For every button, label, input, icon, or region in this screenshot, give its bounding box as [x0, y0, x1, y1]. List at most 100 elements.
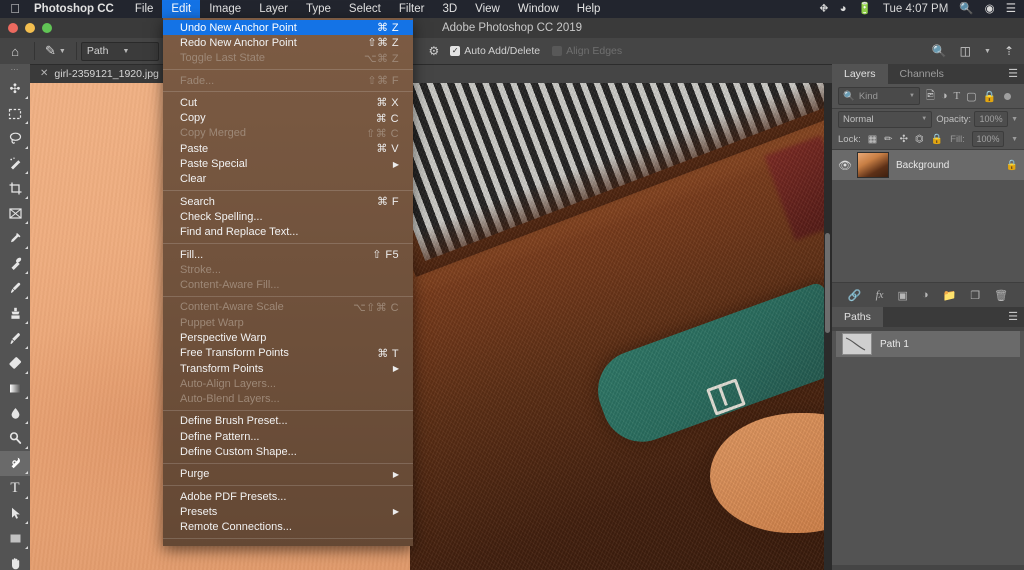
- delete-layer-icon[interactable]: 🗑: [994, 289, 1008, 302]
- path-mode-select[interactable]: Path ▼: [81, 42, 159, 61]
- menu-layer[interactable]: Layer: [250, 0, 297, 18]
- tab-layers[interactable]: Layers: [832, 64, 888, 84]
- menu-select[interactable]: Select: [340, 0, 390, 18]
- new-group-icon[interactable]: 📁: [943, 289, 957, 302]
- quick-selection-tool[interactable]: [0, 151, 30, 176]
- table-row[interactable]: 👁 Background 🔒: [832, 150, 1024, 180]
- canvas-vertical-scrollbar[interactable]: [824, 83, 832, 570]
- workspace-icon[interactable]: ◫: [960, 44, 971, 58]
- menu-view[interactable]: View: [466, 0, 509, 18]
- blur-tool[interactable]: [0, 401, 30, 426]
- menu-item-copy[interactable]: Copy ⌘ C: [163, 110, 413, 125]
- do-not-disturb-icon[interactable]: ⛖: [819, 0, 828, 18]
- list-item[interactable]: Path 1: [836, 331, 1020, 357]
- lock-transparent-pixels-icon[interactable]: ▦: [868, 134, 877, 145]
- rectangle-tool[interactable]: [0, 526, 30, 551]
- search-icon[interactable]: 🔍: [959, 0, 973, 18]
- add-layer-mask-icon[interactable]: ▣: [898, 289, 908, 302]
- menu-item-fill[interactable]: Fill... ⇧ F5: [163, 247, 413, 262]
- menu-item-paste[interactable]: Paste ⌘ V: [163, 141, 413, 156]
- wifi-icon[interactable]: ◕: [840, 0, 847, 18]
- adjustment-filter-icon[interactable]: ◑: [941, 90, 948, 102]
- fill-value[interactable]: 100%: [972, 131, 1004, 147]
- new-adjustment-layer-icon[interactable]: ◑: [922, 289, 929, 301]
- lock-position-icon[interactable]: ✣: [900, 134, 908, 145]
- dodge-tool[interactable]: [0, 426, 30, 451]
- siri-icon[interactable]: ◉: [985, 0, 995, 18]
- lasso-tool[interactable]: [0, 126, 30, 151]
- history-brush-tool[interactable]: [0, 326, 30, 351]
- type-tool[interactable]: T: [0, 476, 30, 501]
- home-icon[interactable]: ⌂: [0, 44, 30, 59]
- menu-type[interactable]: Type: [297, 0, 340, 18]
- apple-icon[interactable]: : [0, 0, 30, 18]
- chevron-down-icon[interactable]: ▼: [1011, 116, 1018, 123]
- spot-healing-brush-tool[interactable]: [0, 251, 30, 276]
- gradient-tool[interactable]: [0, 376, 30, 401]
- menu-item-transform-points[interactable]: Transform Points ▶: [163, 361, 413, 376]
- filter-toggle-switch[interactable]: [1004, 93, 1011, 100]
- panel-menu-icon[interactable]: ☰: [1008, 312, 1018, 322]
- hand-tool[interactable]: [0, 551, 30, 570]
- share-icon[interactable]: ⇡: [1004, 44, 1014, 58]
- control-center-icon[interactable]: ☰: [1006, 0, 1016, 18]
- menu-item-presets[interactable]: Presets ▶: [163, 504, 413, 519]
- menu-3d[interactable]: 3D: [433, 0, 466, 18]
- opacity-value[interactable]: 100%: [974, 111, 1008, 127]
- menu-file[interactable]: File: [126, 0, 163, 18]
- tab-paths[interactable]: Paths: [832, 307, 883, 327]
- menu-item-find-replace-text[interactable]: Find and Replace Text...: [163, 225, 413, 240]
- lock-image-pixels-icon[interactable]: ✏: [884, 134, 892, 145]
- move-tool[interactable]: ✣: [0, 76, 30, 101]
- menu-item-undo[interactable]: Undo New Anchor Point ⌘ Z: [163, 20, 413, 35]
- menu-item-free-transform-points[interactable]: Free Transform Points ⌘ T: [163, 346, 413, 361]
- close-icon[interactable]: ✕: [40, 68, 48, 79]
- eraser-tool[interactable]: [0, 351, 30, 376]
- chevron-down-icon[interactable]: ▼: [1011, 136, 1018, 143]
- chevron-down-icon[interactable]: ▼: [984, 48, 991, 55]
- menu-item-perspective-warp[interactable]: Perspective Warp: [163, 330, 413, 345]
- clone-stamp-tool[interactable]: [0, 301, 30, 326]
- shape-filter-icon[interactable]: ▢: [966, 90, 976, 103]
- pen-tool[interactable]: [0, 451, 30, 476]
- menu-item-define-custom-shape[interactable]: Define Custom Shape...: [163, 444, 413, 459]
- menu-item-remote-connections[interactable]: Remote Connections...: [163, 520, 413, 535]
- pixel-filter-icon[interactable]: 🖻: [926, 87, 935, 106]
- search-icon[interactable]: 🔍: [932, 44, 947, 58]
- menu-app-name[interactable]: Photoshop CC: [30, 0, 126, 18]
- frame-tool[interactable]: [0, 201, 30, 226]
- menu-item-check-spelling[interactable]: Check Spelling...: [163, 209, 413, 224]
- menu-item-cut[interactable]: Cut ⌘ X: [163, 95, 413, 110]
- menu-item-clear[interactable]: Clear: [163, 172, 413, 187]
- eye-icon[interactable]: 👁: [838, 159, 850, 172]
- link-layers-icon[interactable]: 🔗: [848, 289, 862, 302]
- eyedropper-tool[interactable]: [0, 226, 30, 251]
- layer-filter-kind-select[interactable]: 🔍 Kind ▼: [838, 87, 920, 105]
- menu-help[interactable]: Help: [568, 0, 610, 18]
- menu-item-search[interactable]: Search ⌘ F: [163, 194, 413, 209]
- menu-bar-clock[interactable]: Tue 4:07 PM: [883, 0, 948, 18]
- lock-all-icon[interactable]: 🔒: [931, 134, 943, 145]
- menu-item-define-pattern[interactable]: Define Pattern...: [163, 429, 413, 444]
- menu-image[interactable]: Image: [200, 0, 250, 18]
- menu-item-purge[interactable]: Purge ▶: [163, 467, 413, 482]
- blend-mode-select[interactable]: Normal ▼: [838, 111, 932, 128]
- menu-window[interactable]: Window: [509, 0, 568, 18]
- canvas-area[interactable]: [30, 83, 832, 570]
- menu-item-define-brush-preset[interactable]: Define Brush Preset...: [163, 414, 413, 429]
- menu-item-adobe-pdf-presets[interactable]: Adobe PDF Presets...: [163, 489, 413, 504]
- lock-icon[interactable]: 🔒: [1006, 160, 1018, 171]
- smart-object-filter-icon[interactable]: 🔒: [983, 90, 997, 103]
- edit-menu-dropdown[interactable]: Undo New Anchor Point ⌘ Z Redo New Ancho…: [163, 18, 413, 546]
- layer-style-fx-icon[interactable]: fx: [876, 289, 884, 301]
- align-edges-checkbox[interactable]: Align Edges: [546, 45, 628, 57]
- document-tab[interactable]: ✕ girl-2359121_1920.jpg: [30, 64, 170, 83]
- menu-item-redo[interactable]: Redo New Anchor Point ⇧⌘ Z: [163, 35, 413, 50]
- auto-add-delete-checkbox[interactable]: ✓ Auto Add/Delete: [444, 45, 546, 57]
- scrollbar-thumb[interactable]: [825, 233, 830, 333]
- crop-tool[interactable]: [0, 176, 30, 201]
- tool-preset-picker[interactable]: ✎ ▼: [39, 43, 72, 59]
- panel-menu-icon[interactable]: ☰: [1008, 69, 1018, 79]
- toolbar-grip[interactable]: ⋯: [0, 64, 30, 76]
- brush-tool[interactable]: [0, 276, 30, 301]
